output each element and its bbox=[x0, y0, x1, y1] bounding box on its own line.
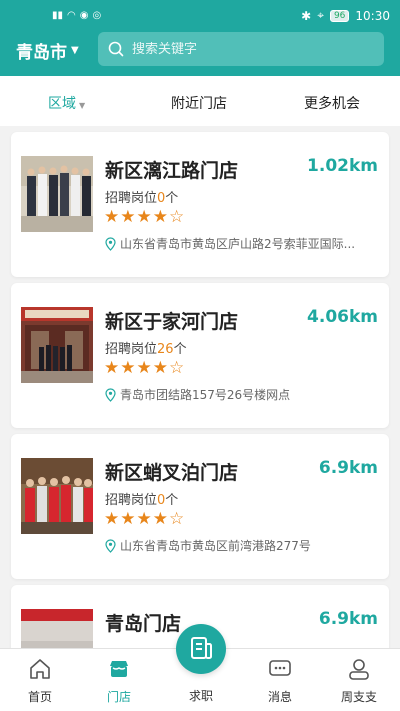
location-pin-icon bbox=[105, 236, 116, 251]
signal-icon: ▮▮ bbox=[52, 10, 64, 21]
rating-stars: ★ ★ ★ ★ ☆ bbox=[104, 360, 184, 377]
nav-profile[interactable]: 周支支 bbox=[329, 649, 389, 711]
search-input[interactable] bbox=[132, 41, 362, 57]
store-address: 山东省青岛市黄岛区前湾港路277号 bbox=[105, 537, 381, 554]
store-list[interactable]: 新区漓江路门店 1.02km 招聘岗位0个 ★ ★ ★ ★ ☆ 山东省青岛市黄岛… bbox=[0, 126, 400, 648]
job-document-icon bbox=[191, 637, 212, 659]
star-empty-icon: ☆ bbox=[169, 509, 185, 529]
status-icons-left: ▮▮ ◠ ◉ ◎ bbox=[52, 10, 101, 21]
store-name: 新区漓江路门店 bbox=[105, 160, 239, 182]
location-pin-icon bbox=[105, 538, 116, 553]
triangle-down-icon: ▼ bbox=[79, 101, 86, 110]
store-name: 青岛门店 bbox=[105, 613, 182, 635]
nav-home[interactable]: 首页 bbox=[10, 649, 70, 711]
message-icon bbox=[269, 660, 291, 676]
star-filled-icon: ★ bbox=[152, 358, 168, 378]
star-filled-icon: ★ bbox=[136, 509, 152, 529]
store-distance: 6.9km bbox=[318, 609, 378, 629]
filter-nearby-label: 附近门店 bbox=[171, 96, 227, 112]
job-count-number: 26 bbox=[157, 342, 174, 357]
search-bar[interactable] bbox=[98, 32, 384, 66]
star-filled-icon: ★ bbox=[104, 358, 120, 378]
nav-jobs-label: 求职 bbox=[188, 689, 213, 703]
nav-stores-label: 门店 bbox=[106, 690, 131, 704]
store-photo bbox=[21, 307, 93, 383]
job-count: 招聘岗位0个 bbox=[105, 489, 178, 508]
nav-messages-label: 消息 bbox=[267, 690, 292, 704]
job-count-suffix: 个 bbox=[165, 493, 179, 508]
store-address-text: 山东省青岛市黄岛区庐山路2号索菲亚国际... bbox=[120, 237, 356, 251]
star-filled-icon: ★ bbox=[152, 509, 168, 529]
wifi-icon: ◠ bbox=[67, 10, 76, 21]
app-header: ▮▮ ◠ ◉ ◎ ✱ ⌖ 96 10:30 青岛市 ▼ bbox=[0, 0, 400, 76]
store-icon bbox=[110, 661, 128, 677]
job-count: 招聘岗位0个 bbox=[105, 187, 178, 206]
store-address-text: 青岛市团结路157号26号楼网点 bbox=[120, 388, 291, 402]
store-name: 新区于家河门店 bbox=[105, 311, 239, 333]
filter-nearby[interactable]: 附近门店 bbox=[171, 93, 227, 113]
job-search-button[interactable] bbox=[176, 624, 226, 674]
weibo-icon: ◎ bbox=[92, 10, 102, 21]
status-time: 10:30 bbox=[355, 8, 390, 23]
status-bar: ▮▮ ◠ ◉ ◎ ✱ ⌖ 96 10:30 bbox=[0, 0, 400, 26]
filter-more[interactable]: 更多机会 bbox=[304, 93, 360, 113]
job-count-prefix: 招聘岗位 bbox=[105, 493, 158, 508]
star-empty-icon: ☆ bbox=[169, 358, 185, 378]
status-icons-right: ✱ ⌖ 96 10:30 bbox=[301, 8, 390, 23]
job-count-prefix: 招聘岗位 bbox=[105, 342, 158, 357]
star-filled-icon: ★ bbox=[120, 207, 136, 227]
chevron-down-icon: ▼ bbox=[71, 45, 79, 56]
filter-region[interactable]: 区域 ▼ bbox=[48, 93, 85, 113]
store-distance: 4.06km bbox=[307, 307, 378, 327]
filter-more-label: 更多机会 bbox=[304, 96, 360, 112]
nav-messages[interactable]: 消息 bbox=[250, 649, 310, 711]
store-photo bbox=[21, 458, 93, 534]
app-notify-icon: ◉ bbox=[79, 10, 89, 21]
bluetooth-icon: ✱ bbox=[301, 8, 312, 23]
store-name: 新区蛸叉泊门店 bbox=[105, 462, 239, 484]
star-filled-icon: ★ bbox=[120, 358, 136, 378]
store-photo bbox=[21, 156, 93, 232]
city-label: 青岛市 bbox=[16, 43, 67, 63]
store-card[interactable]: 新区蛸叉泊门店 6.9km 招聘岗位0个 ★ ★ ★ ★ ☆ 山东省青岛市黄岛区… bbox=[11, 434, 389, 579]
filter-bar: 区域 ▼ 附近门店 更多机会 bbox=[0, 76, 400, 126]
nav-stores[interactable]: 门店 bbox=[89, 649, 149, 711]
job-count: 招聘岗位26个 bbox=[105, 338, 187, 357]
user-icon bbox=[349, 659, 369, 680]
rating-stars: ★ ★ ★ ★ ☆ bbox=[104, 209, 184, 226]
store-distance: 6.9km bbox=[318, 458, 378, 478]
city-selector[interactable]: 青岛市 ▼ bbox=[16, 38, 79, 63]
star-filled-icon: ★ bbox=[104, 207, 120, 227]
battery-icon: 96 bbox=[329, 9, 350, 22]
filter-region-label: 区域 bbox=[48, 96, 76, 112]
store-address: 山东省青岛市黄岛区庐山路2号索菲亚国际... bbox=[105, 235, 381, 252]
store-card[interactable]: 新区漓江路门店 1.02km 招聘岗位0个 ★ ★ ★ ★ ☆ 山东省青岛市黄岛… bbox=[11, 132, 389, 277]
rating-stars: ★ ★ ★ ★ ☆ bbox=[104, 511, 184, 528]
nav-home-label: 首页 bbox=[27, 690, 52, 704]
location-icon: ⌖ bbox=[317, 8, 324, 22]
job-count-suffix: 个 bbox=[173, 342, 187, 357]
star-empty-icon: ☆ bbox=[169, 207, 185, 227]
star-filled-icon: ★ bbox=[136, 207, 152, 227]
job-count-suffix: 个 bbox=[165, 191, 179, 206]
job-count-prefix: 招聘岗位 bbox=[105, 191, 158, 206]
store-distance: 1.02km bbox=[307, 156, 378, 176]
location-pin-icon bbox=[105, 387, 116, 402]
store-address-text: 山东省青岛市黄岛区前湾港路277号 bbox=[120, 539, 311, 553]
star-filled-icon: ★ bbox=[152, 207, 168, 227]
search-icon bbox=[108, 41, 124, 57]
store-photo bbox=[21, 609, 93, 648]
store-address: 青岛市团结路157号26号楼网点 bbox=[105, 386, 381, 403]
star-filled-icon: ★ bbox=[136, 358, 152, 378]
star-filled-icon: ★ bbox=[120, 509, 136, 529]
nav-profile-label: 周支支 bbox=[340, 690, 377, 704]
store-card[interactable]: 新区于家河门店 4.06km 招聘岗位26个 ★ ★ ★ ★ ☆ 青岛市团结路1… bbox=[11, 283, 389, 428]
home-icon bbox=[30, 659, 50, 679]
star-filled-icon: ★ bbox=[104, 509, 120, 529]
